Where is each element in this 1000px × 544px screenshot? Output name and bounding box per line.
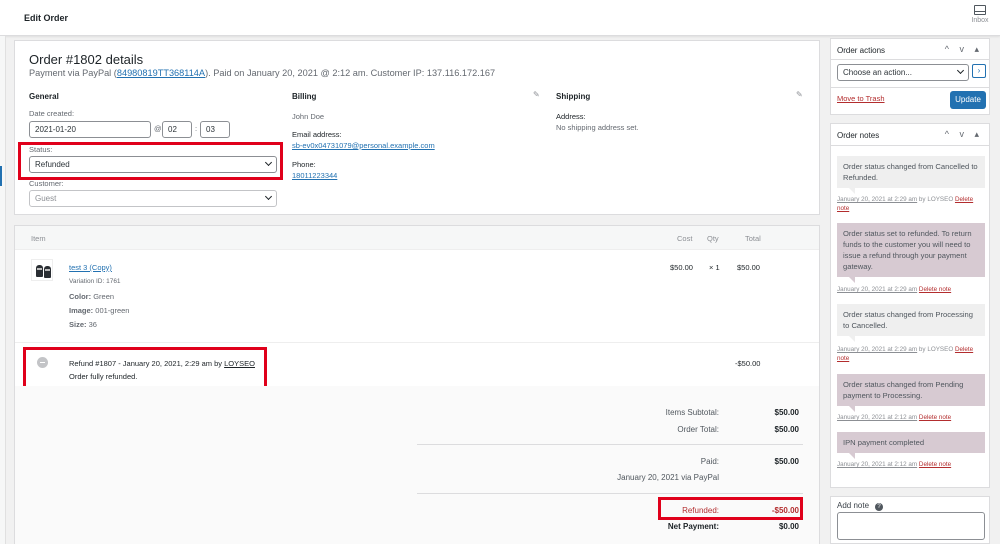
chevron-down-icon [956, 66, 965, 75]
note-0-meta: January 20, 2021 at 2:29 am by LOYSEO De… [837, 196, 974, 212]
customer-label: Customer: [29, 179, 64, 188]
transaction-link[interactable]: 84980819TT368114A [117, 68, 205, 78]
date-created-label: Date created: [29, 109, 75, 118]
add-note-label: Add note? [837, 501, 884, 511]
meta-image: Image: 001-green [69, 306, 130, 315]
update-button[interactable]: Update [950, 91, 986, 109]
delete-note-link[interactable]: Delete note [919, 414, 951, 421]
note-4-meta: January 20, 2021 at 2:12 am Delete note [837, 461, 952, 468]
divider [15, 342, 819, 343]
note-1: Order status set to refunded. To return … [837, 223, 985, 283]
phone-label: Phone: [292, 160, 316, 169]
date-created-input[interactable]: 2021-01-20 [29, 121, 151, 138]
order-total-value: $50.00 [774, 425, 799, 434]
shipping-heading: Shipping [556, 92, 591, 101]
inbox-button[interactable]: Inbox [968, 5, 992, 24]
edit-billing-pencil-icon[interactable]: ✎ [533, 90, 540, 99]
paid-label: Paid: [700, 457, 719, 466]
apply-action-button[interactable]: › [972, 64, 986, 78]
refund-amount: -$50.00 [735, 359, 761, 368]
totals-area: Items Subtotal: $50.00 Order Total: $50.… [15, 386, 819, 544]
admin-menu-edge [0, 36, 6, 544]
net-payment-label: Net Payment: [667, 522, 719, 531]
delete-note-link[interactable]: Delete note [919, 286, 951, 293]
page-title: Edit Order [24, 13, 69, 23]
edit-shipping-pencil-icon[interactable]: ✎ [796, 90, 803, 99]
highlight-status [18, 142, 283, 180]
product-thumbnail [31, 259, 53, 281]
items-subtotal-value: $50.00 [774, 408, 799, 417]
divider [831, 59, 989, 60]
note-4: IPN payment completed [837, 432, 985, 459]
product-link[interactable]: test 3 (Copy) [69, 263, 112, 272]
help-icon[interactable]: ? [875, 503, 884, 511]
shipping-address-label: Address: [556, 112, 586, 121]
minute-input[interactable]: 03 [200, 121, 230, 138]
billing-phone-link[interactable]: 18011223344 [292, 171, 337, 180]
hour-input[interactable]: 02 [162, 121, 192, 138]
items-table-header: Item Cost Qty Total [15, 226, 819, 250]
email-label: Email address: [292, 130, 342, 139]
order-notes-box: Order notes ^ v ▴ Order status changed f… [830, 123, 990, 488]
variation-id: Variation ID: 1761 [69, 278, 121, 285]
meta-color: Color: Green [69, 292, 115, 301]
divider [831, 87, 989, 88]
add-note-textarea[interactable] [837, 512, 985, 540]
order-heading: Order #1802 details [29, 52, 144, 67]
order-actions-title: Order actions [837, 46, 886, 55]
net-payment-value: $0.00 [778, 522, 799, 531]
active-menu-marker [0, 166, 2, 186]
inbox-label: Inbox [971, 17, 989, 24]
order-action-select[interactable]: Choose an action... [837, 64, 969, 81]
box-toggle-arrows[interactable]: ^ v ▴ [945, 44, 983, 55]
item-cost: $50.00 [670, 263, 693, 272]
divider [417, 493, 803, 494]
item-total: $50.00 [737, 263, 760, 272]
billing-heading: Billing [292, 92, 317, 101]
order-details-panel: Order #1802 details Payment via PayPal (… [14, 40, 820, 215]
note-3-meta: January 20, 2021 at 2:12 am Delete note [837, 414, 952, 421]
divider [417, 444, 803, 445]
at-sign: @ [154, 124, 162, 133]
payment-suffix: ). Paid on January 20, 2021 @ 2:12 am. C… [205, 68, 496, 78]
payment-prefix: Payment via PayPal ( [29, 68, 117, 78]
col-item: Item [31, 234, 46, 243]
items-subtotal-label: Items Subtotal: [665, 408, 719, 417]
general-heading: General [29, 92, 59, 101]
inbox-icon [974, 5, 986, 15]
billing-email-link[interactable]: sb-ev0x04731079@personal.example.com [292, 141, 435, 150]
highlight-refunded [658, 497, 803, 520]
order-total-label: Order Total: [677, 425, 719, 434]
billing-name: John Doe [292, 112, 325, 121]
item-qty: × 1 [709, 263, 720, 272]
paid-value: $50.00 [774, 457, 799, 466]
move-to-trash-link[interactable]: Move to Trash [837, 94, 885, 103]
order-items-panel: Item Cost Qty Total test 3 (Copy) Variat… [14, 225, 820, 544]
delete-note-link[interactable]: Delete note [919, 461, 951, 468]
meta-size: Size: 36 [69, 320, 97, 329]
note-3: Order status changed from Pending paymen… [837, 374, 985, 412]
customer-value: Guest [35, 194, 57, 203]
col-cost: Cost [677, 234, 693, 243]
note-2: Order status changed from Processing to … [837, 304, 985, 342]
payment-info: Payment via PayPal (84980819TT368114A). … [29, 68, 495, 78]
order-notes-title: Order notes [837, 131, 880, 140]
paid-note: January 20, 2021 via PayPal [617, 473, 719, 482]
box-toggle-arrows[interactable]: ^ v ▴ [945, 129, 983, 140]
shipping-address-value: No shipping address set. [556, 123, 639, 132]
add-note-box: Add note? [830, 496, 990, 544]
note-1-meta: January 20, 2021 at 2:29 am Delete note [837, 286, 952, 293]
order-actions-box: Order actions ^ v ▴ Choose an action... … [830, 38, 990, 115]
divider [831, 145, 989, 146]
top-bar: Edit Order Inbox [0, 0, 1000, 36]
order-action-placeholder: Choose an action... [843, 68, 912, 77]
col-total: Total [745, 234, 761, 243]
chevron-down-icon [264, 192, 273, 201]
col-qty: Qty [707, 234, 719, 243]
note-2-meta: January 20, 2021 at 2:29 am by LOYSEO De… [837, 346, 974, 362]
note-0: Order status changed from Cancelled to R… [837, 156, 985, 194]
time-colon: : [195, 124, 198, 133]
customer-select[interactable]: Guest [29, 190, 277, 207]
